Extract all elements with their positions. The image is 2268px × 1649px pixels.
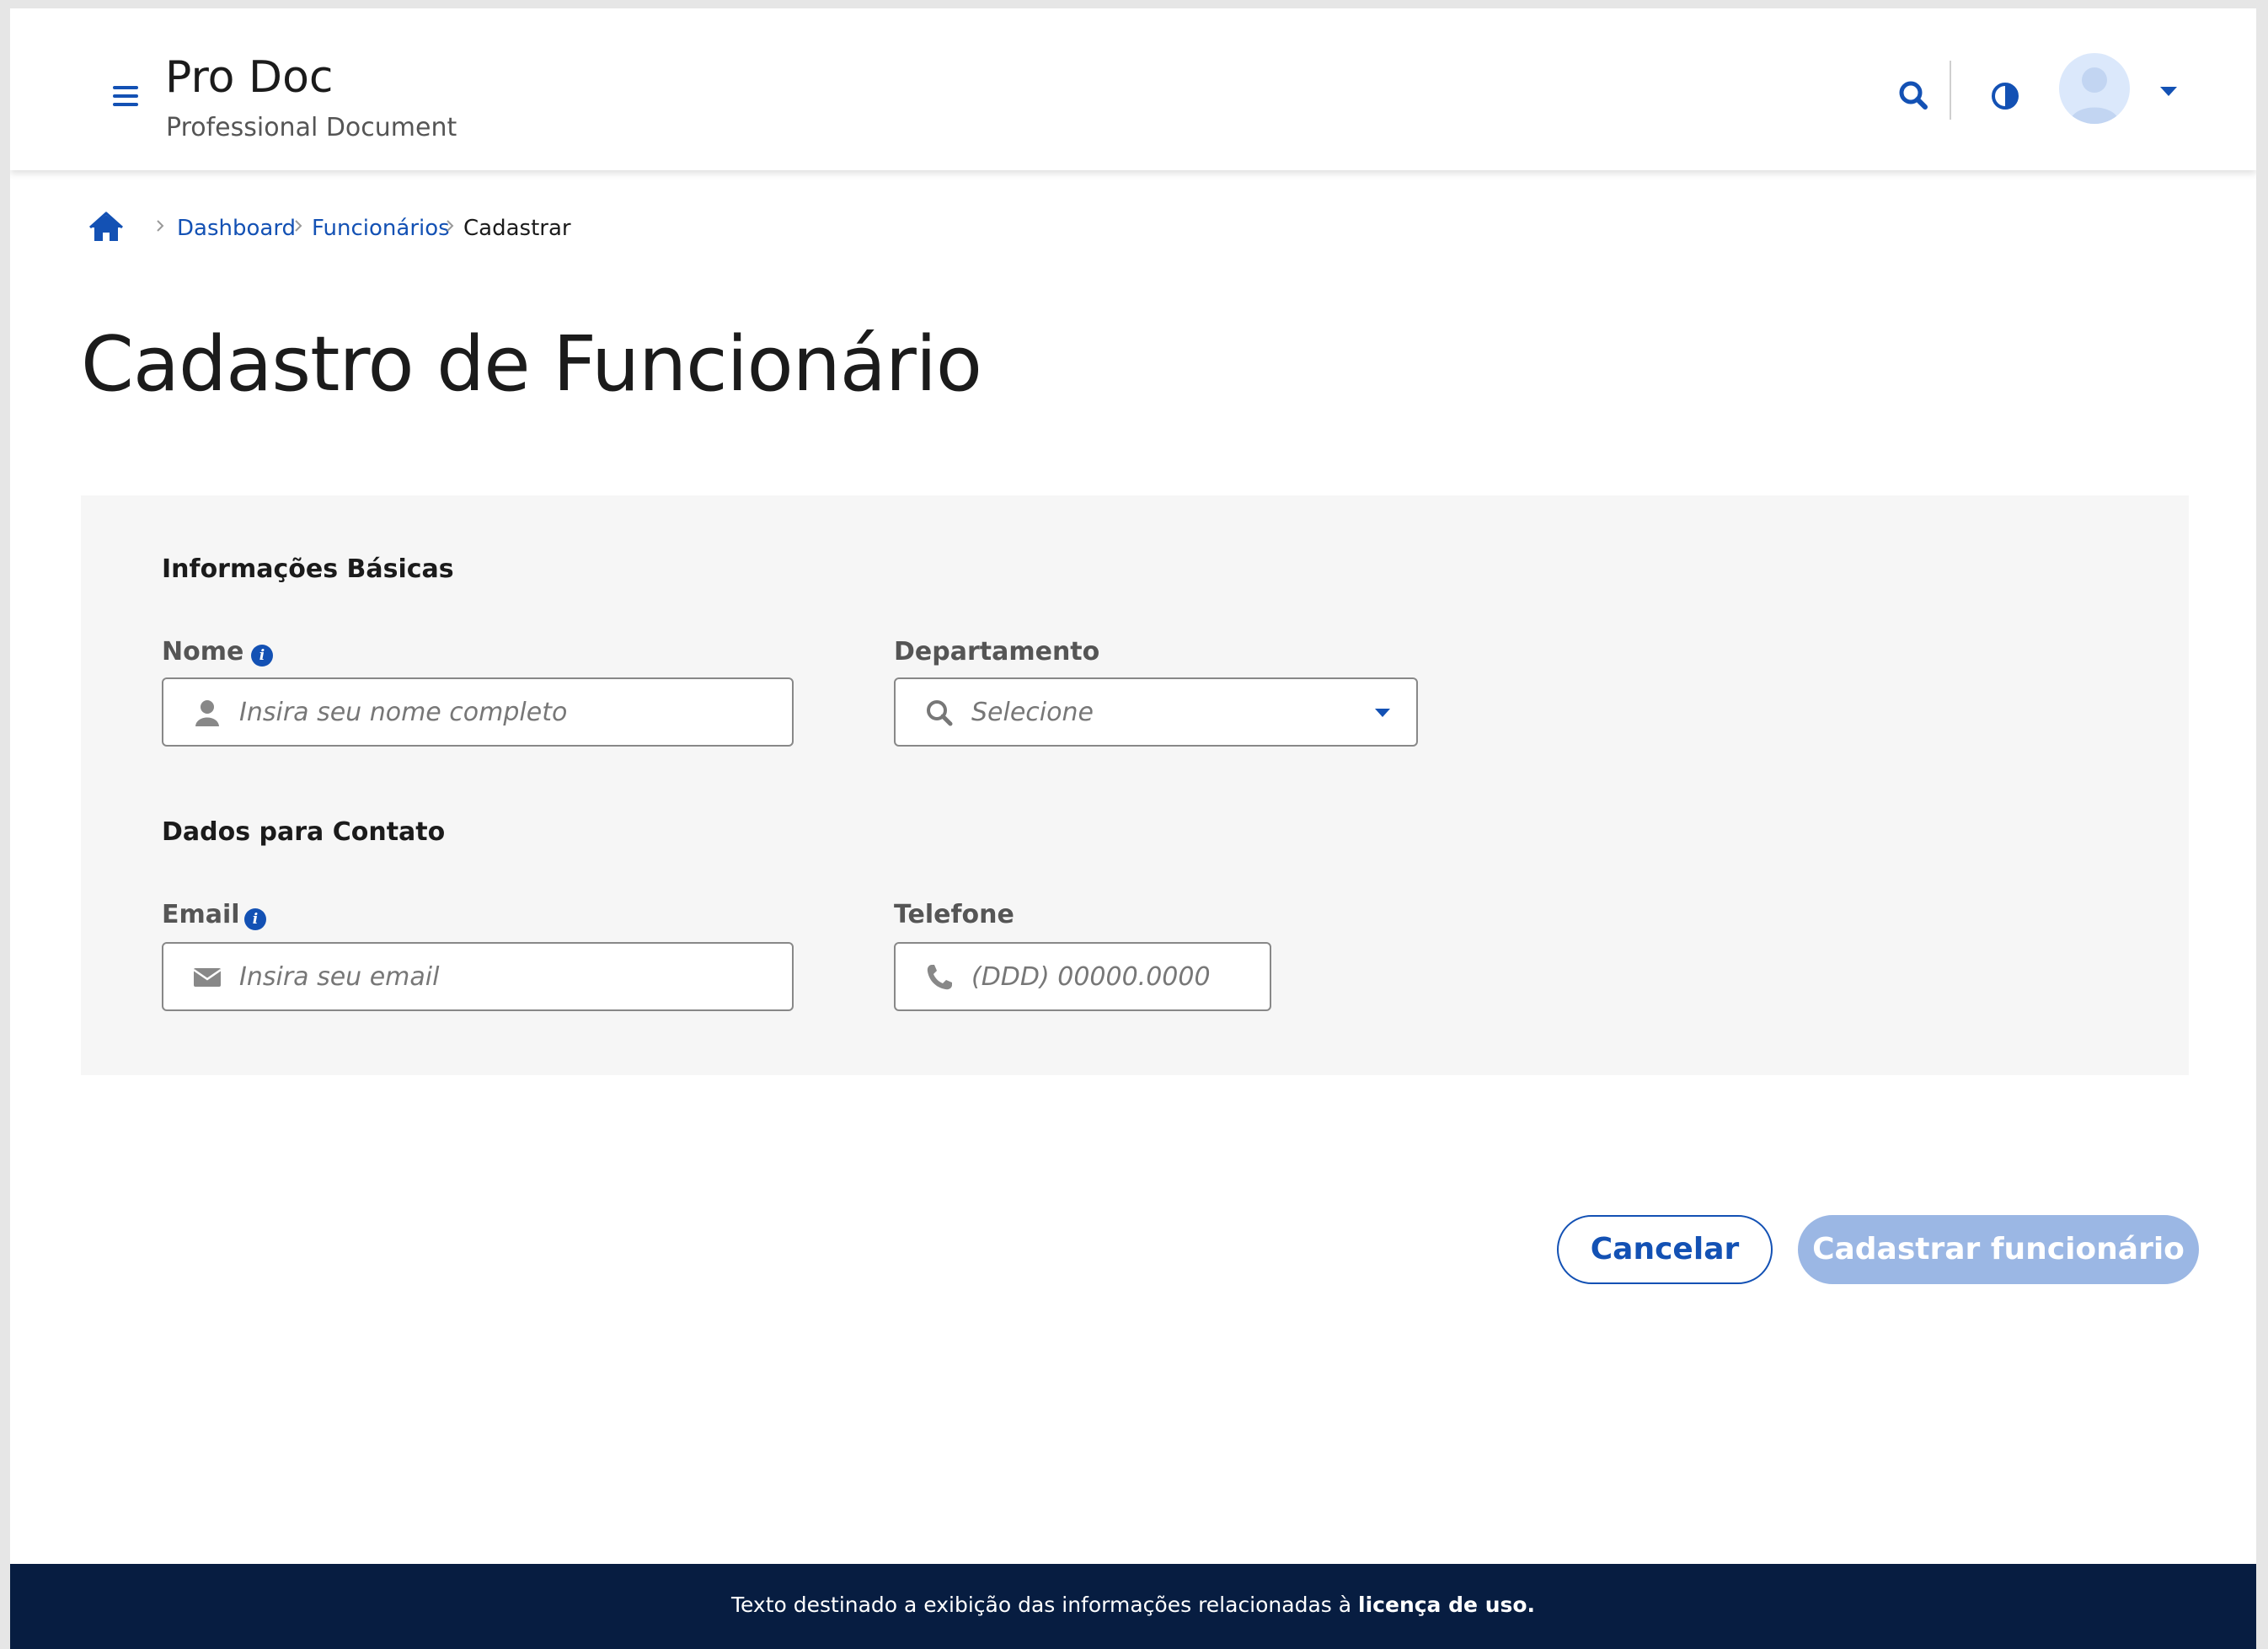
footer-description: Texto destinado a exibição das informaçõ… <box>730 1593 1359 1617</box>
email-field[interactable]: Insira seu email <box>162 942 794 1011</box>
page-title: Cadastro de Funcionário <box>81 320 982 409</box>
caret-down-icon <box>1372 706 1393 720</box>
app-header: Pro Doc Professional Document <box>10 8 2256 170</box>
home-icon[interactable] <box>88 211 125 244</box>
email-placeholder: Insira seu email <box>239 962 440 992</box>
hamburger-menu-icon[interactable] <box>98 74 153 120</box>
app-title: Pro Doc <box>165 52 334 103</box>
license-link[interactable]: licença de uso. <box>1358 1593 1535 1617</box>
breadcrumb-current: Cadastrar <box>463 216 571 241</box>
search-icon[interactable] <box>1891 72 1938 120</box>
user-avatar-icon[interactable] <box>2059 53 2130 124</box>
footer-text: Texto destinado a exibição das informaçõ… <box>10 1593 2256 1617</box>
user-icon <box>192 698 222 728</box>
department-placeholder: Selecione <box>971 698 1094 727</box>
section-title-basic: Informações Básicas <box>162 554 454 584</box>
department-label: Departamento <box>894 637 1100 667</box>
section-title-contact: Dados para Contato <box>162 817 446 847</box>
name-field[interactable]: Insira seu nome completo <box>162 677 794 747</box>
name-label: Nome <box>162 637 244 667</box>
chevron-right-icon <box>445 217 455 234</box>
envelope-icon <box>192 962 222 993</box>
breadcrumb-funcionarios[interactable]: Funcionários <box>312 216 450 241</box>
info-icon[interactable]: i <box>244 908 266 930</box>
contrast-icon[interactable] <box>1982 72 2029 120</box>
name-placeholder: Insira seu nome completo <box>239 698 568 727</box>
chevron-right-icon <box>155 217 165 234</box>
page: Pro Doc Professional Document Dashboard … <box>10 8 2256 1649</box>
app-subtitle: Professional Document <box>166 113 457 142</box>
phone-icon <box>924 962 955 993</box>
employee-form: Informações Básicas Nome i Insira seu no… <box>81 495 2189 1075</box>
department-select[interactable]: Selecione <box>894 677 1418 747</box>
info-icon[interactable]: i <box>251 645 273 667</box>
phone-label: Telefone <box>894 900 1014 929</box>
chevron-right-icon <box>293 217 303 234</box>
phone-placeholder: (DDD) 00000.0000 <box>971 962 1211 992</box>
caret-down-icon[interactable] <box>2157 83 2180 99</box>
footer: Texto destinado a exibição das informaçõ… <box>10 1564 2256 1649</box>
phone-field[interactable]: (DDD) 00000.0000 <box>894 942 1271 1011</box>
breadcrumb-dashboard[interactable]: Dashboard <box>177 216 296 241</box>
cancel-button[interactable]: Cancelar <box>1557 1215 1773 1284</box>
header-divider <box>1950 61 1951 120</box>
submit-button[interactable]: Cadastrar funcionário <box>1798 1215 2199 1284</box>
email-label: Email <box>162 900 240 929</box>
search-icon <box>924 698 955 728</box>
